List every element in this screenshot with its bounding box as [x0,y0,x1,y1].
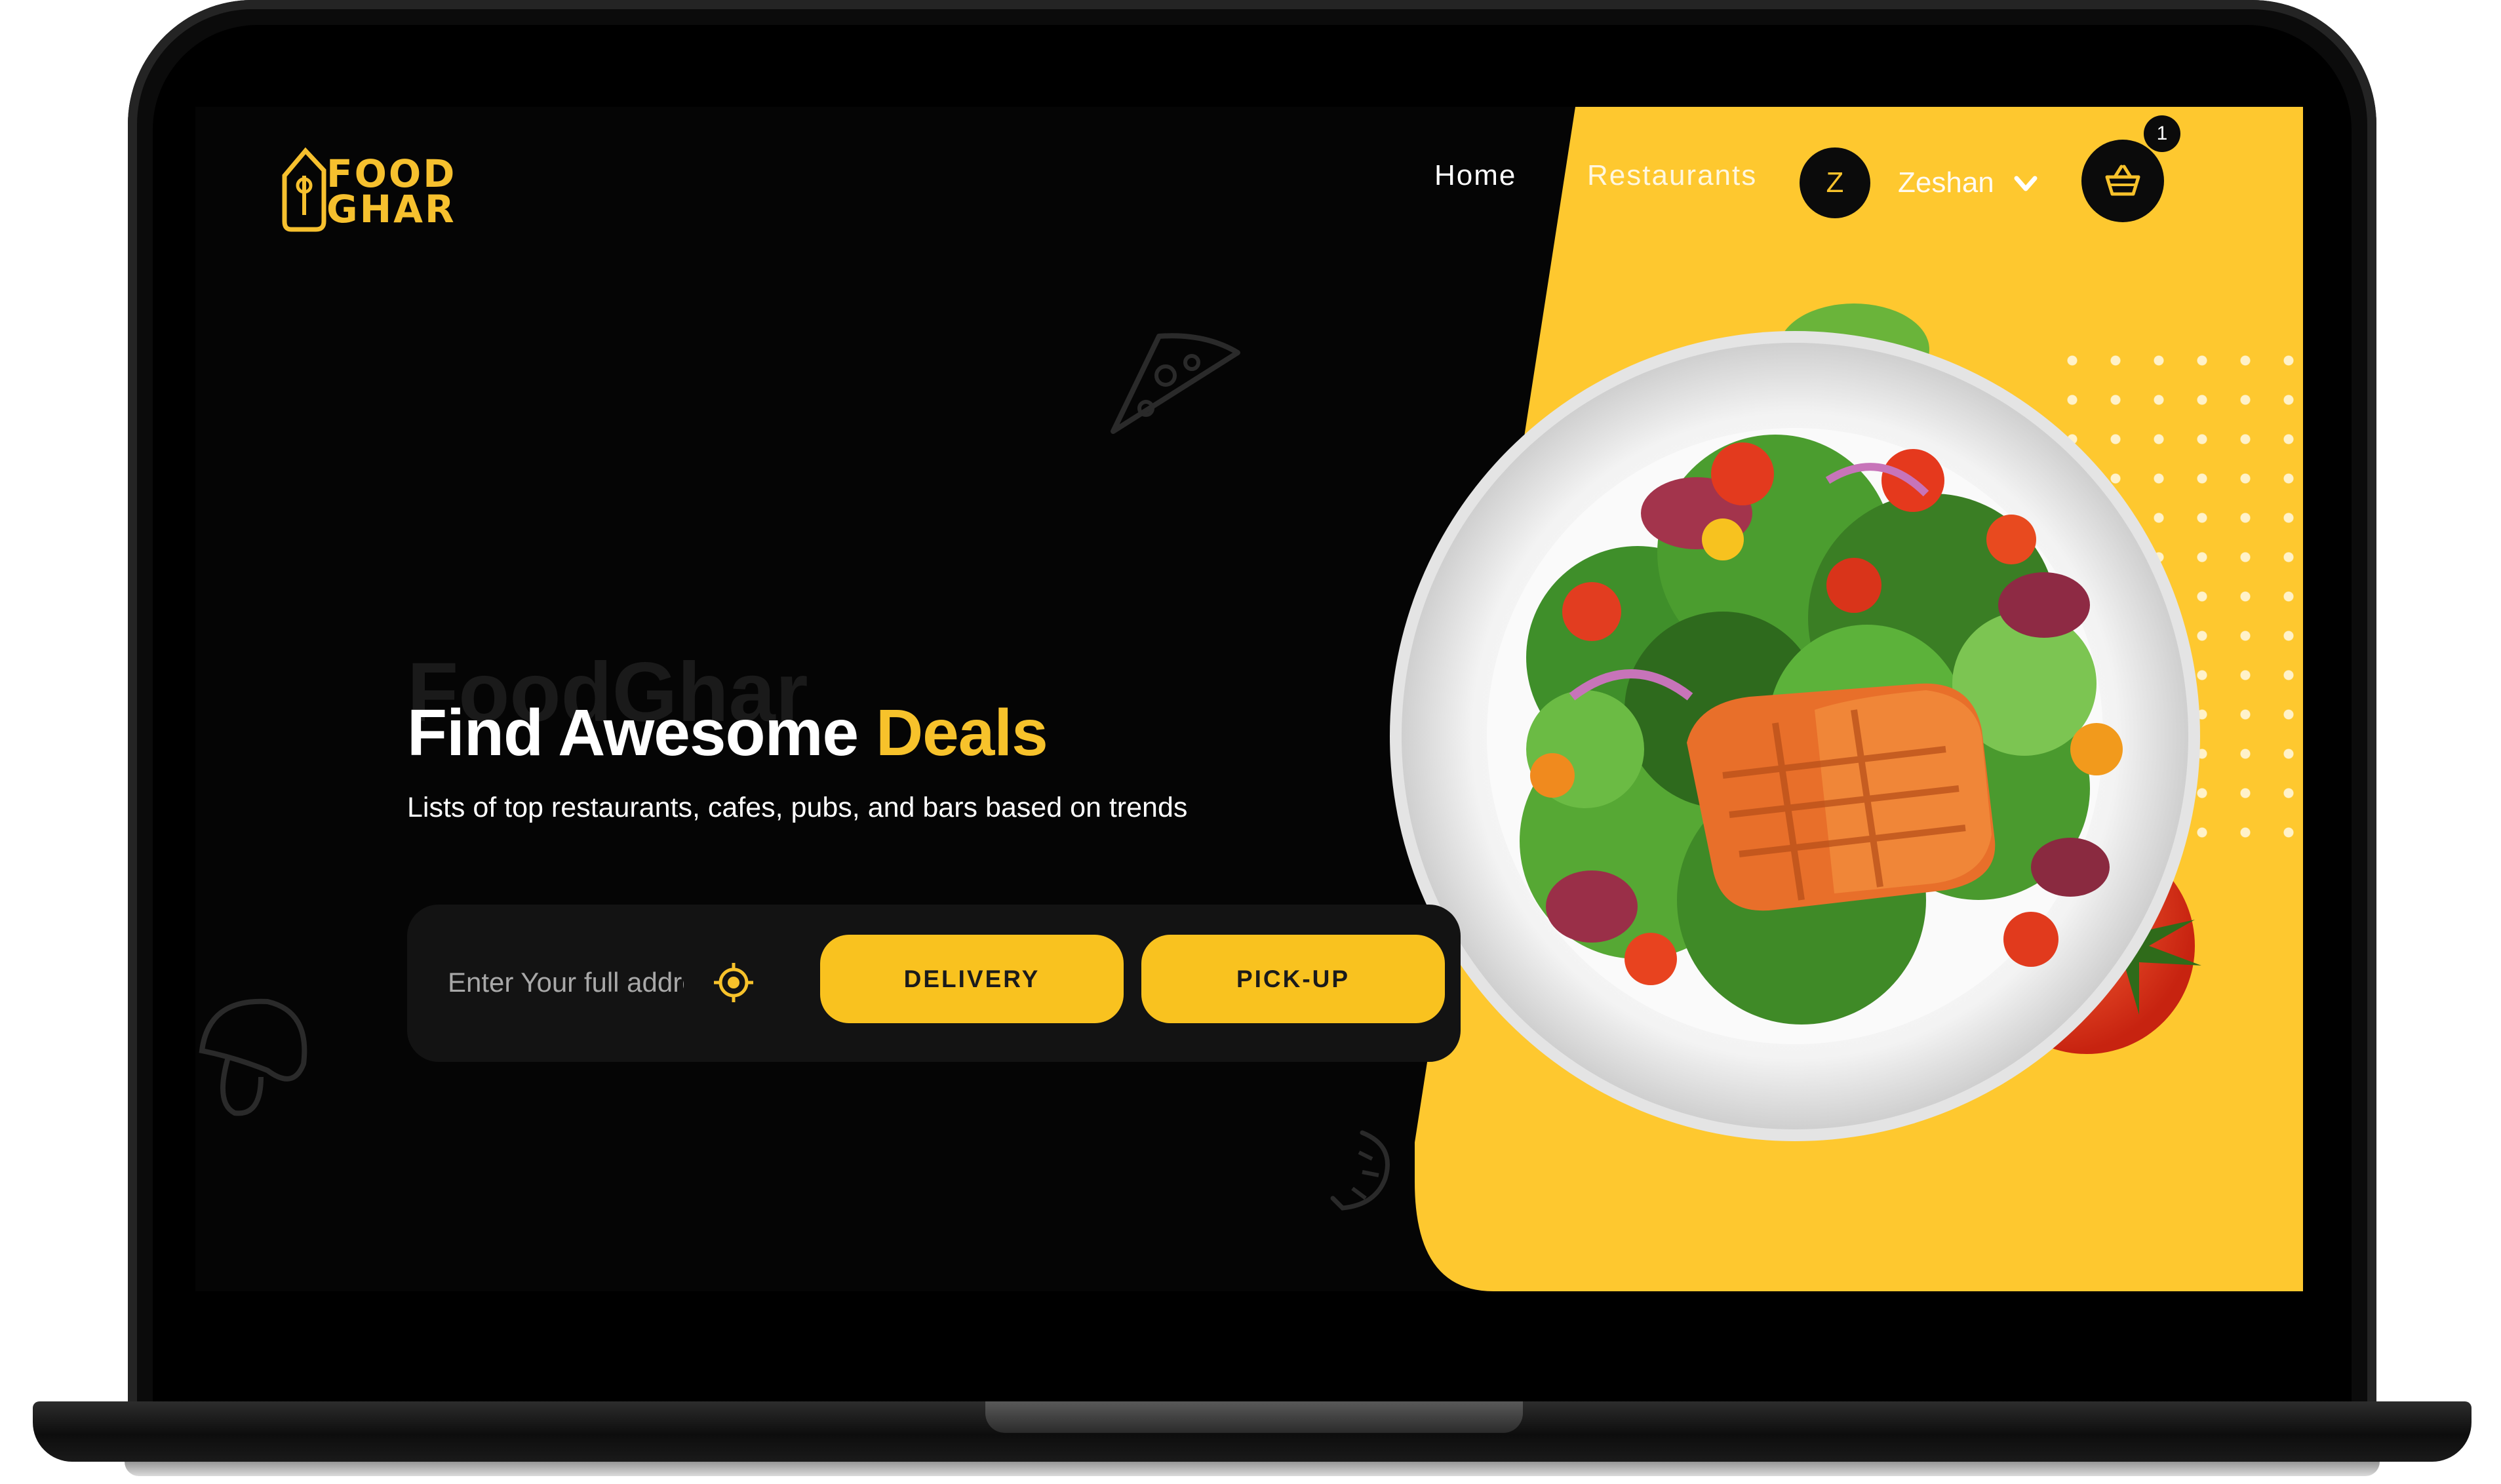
foodghar-logo[interactable]: FOOD GHAR [281,136,477,235]
hero-title: Find Awesome Deals [407,695,1048,771]
crosshair-location-icon[interactable] [712,961,755,1004]
pickup-button[interactable]: PICK-UP [1141,935,1445,1023]
logo-line-food: FOOD [326,151,457,196]
logo-line-ghar: GHAR [326,187,456,231]
mushroom-icon [199,998,307,1116]
user-name-menu[interactable]: Zeshan [1898,166,1994,199]
cart-count-badge: 1 [2144,115,2180,152]
delivery-button[interactable]: DELIVERY [820,935,1124,1023]
website-screen: FOOD GHAR Home Restaurants Z Zeshan 1 Fo… [195,107,2303,1291]
salmon-salad-plate-image [1390,303,2201,1141]
chevron-down-icon[interactable] [2013,170,2039,197]
hero-title-text: Find Awesome [407,696,876,770]
house-spoon-logo-icon [282,147,326,232]
pizza-slice-icon [1111,333,1240,434]
cart-button[interactable] [2081,140,2164,222]
shrimp-icon [1330,1130,1390,1211]
logo-wordmark: FOOD GHAR [326,151,457,231]
laptop-hinge-notch [985,1401,1523,1433]
laptop-shadow [125,1462,2380,1476]
nav-restaurants-link[interactable]: Restaurants [1587,159,1757,192]
address-input[interactable] [446,956,685,1009]
hero-title-highlight: Deals [875,696,1048,770]
nav-home-link[interactable]: Home [1434,159,1516,192]
search-card: DELIVERY PICK-UP [407,905,1461,1062]
hero-subtitle: Lists of top restaurants, cafes, pubs, a… [407,792,1188,823]
user-avatar[interactable]: Z [1800,147,1870,218]
basket-icon [2105,165,2140,196]
